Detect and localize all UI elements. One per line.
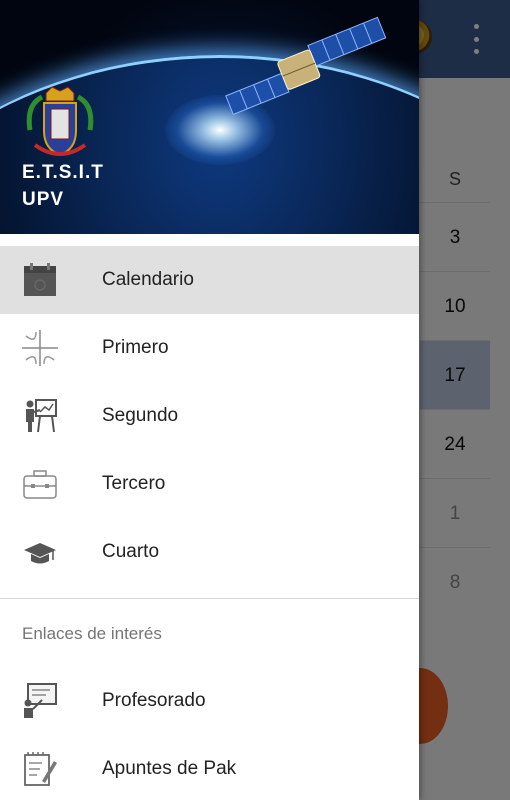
navigation-drawer: E.T.S.I.T UPV Calendario Primero Segundo… <box>0 0 419 800</box>
nav-item-label: Cuarto <box>102 541 160 562</box>
notes-pencil-icon <box>24 752 57 786</box>
university-crest-icon <box>26 86 94 157</box>
drawer-divider <box>0 598 419 599</box>
graduation-cap-icon <box>24 543 56 564</box>
briefcase-icon <box>23 470 57 499</box>
drawer-nav-list: Calendario Primero Segundo Tercero Cuart… <box>0 246 419 586</box>
nav-item-label: Primero <box>102 337 169 358</box>
drawer-links-list: Profesorado Apuntes de Pak <box>0 667 419 800</box>
nav-item-primero[interactable]: Primero <box>0 314 419 382</box>
header-title: E.T.S.I.T <box>22 162 104 183</box>
calendar-icon <box>24 263 56 296</box>
nav-item-calendario[interactable]: Calendario <box>0 246 419 314</box>
nav-item-profesorado[interactable]: Profesorado <box>0 667 419 735</box>
teacher-board-icon <box>26 399 57 433</box>
section-header-links: Enlaces de interés <box>22 624 162 643</box>
drawer-header: E.T.S.I.T UPV <box>0 0 419 234</box>
nav-item-label: Segundo <box>102 405 179 426</box>
nav-item-tercero[interactable]: Tercero <box>0 450 419 518</box>
satellite-icon <box>225 16 387 116</box>
presenter-icon <box>24 683 57 718</box>
nav-item-label: Profesorado <box>102 690 206 711</box>
header-subtitle: UPV <box>22 189 65 210</box>
nav-item-apuntes-de-pak[interactable]: Apuntes de Pak <box>0 735 419 800</box>
nav-item-segundo[interactable]: Segundo <box>0 382 419 450</box>
nav-item-label: Apuntes de Pak <box>102 758 237 779</box>
nav-item-label: Calendario <box>102 269 194 290</box>
nav-item-label: Tercero <box>102 473 166 494</box>
crossroads-icon <box>22 330 58 366</box>
nav-item-cuarto[interactable]: Cuarto <box>0 518 419 586</box>
